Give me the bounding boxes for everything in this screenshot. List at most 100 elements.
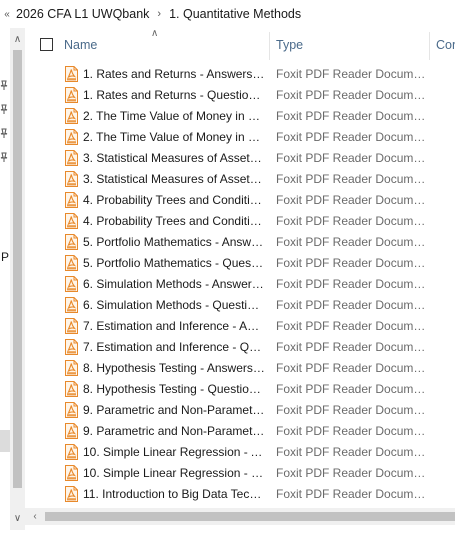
file-name[interactable]: 4. Probability Trees and Conditional Exp… [83,193,265,207]
file-row[interactable]: 7. Estimation and Inference - Questions.… [25,337,455,358]
horizontal-scrollbar[interactable]: ‹ [25,508,455,525]
file-type: Foxit PDF Reader Document [276,130,426,144]
pdf-file-icon [65,297,78,313]
column-header-next[interactable]: Cor [436,38,455,52]
file-type: Foxit PDF Reader Document [276,214,426,228]
pdf-file-icon [65,255,78,271]
file-name[interactable]: 6. Simulation Methods - Answers.pdf [83,277,265,291]
pdf-file-icon [65,87,78,103]
column-header-name[interactable]: Name [64,38,97,52]
file-type: Foxit PDF Reader Document [276,298,426,312]
scroll-up-arrow-icon[interactable]: ∧ [10,31,25,48]
file-row[interactable]: 8. Hypothesis Testing - Answers.pdf Foxit… [25,358,455,379]
file-list: 1. Rates and Returns - Answers.pdf Foxit … [25,64,455,508]
pin-icon[interactable] [0,128,8,138]
file-name[interactable]: 3. Statistical Measures of Asset Returns… [83,151,265,165]
file-row[interactable]: 5. Portfolio Mathematics - Questions.pdf… [25,253,455,274]
file-row[interactable]: 7. Estimation and Inference - Answers.pd… [25,316,455,337]
file-name[interactable]: 8. Hypothesis Testing - Answers.pdf [83,361,265,375]
file-row[interactable]: 2. The Time Value of Money in Finance - … [25,106,455,127]
file-name[interactable]: 2. The Time Value of Money in Finance - … [83,109,265,123]
file-type: Foxit PDF Reader Document [276,109,426,123]
nav-item-selected[interactable] [0,430,10,452]
file-name[interactable]: 6. Simulation Methods - Questions.pdf [83,298,265,312]
file-type: Foxit PDF Reader Document [276,172,426,186]
column-divider[interactable] [429,32,430,60]
pdf-file-icon [65,465,78,481]
pdf-file-icon [65,318,78,334]
pdf-file-icon [65,108,78,124]
pin-icon[interactable] [0,104,8,114]
vertical-scrollbar[interactable]: ∧ ∨ [10,28,25,530]
file-name[interactable]: 3. Statistical Measures of Asset Returns… [83,172,265,186]
file-row[interactable]: 4. Probability Trees and Conditional Exp… [25,211,455,232]
file-row[interactable]: 4. Probability Trees and Conditional Exp… [25,190,455,211]
file-name[interactable]: 7. Estimation and Inference - Answers.pd… [83,319,265,333]
pdf-file-icon [65,381,78,397]
pdf-file-icon [65,444,78,460]
breadcrumb-overflow-icon[interactable]: « [1,9,13,20]
file-type: Foxit PDF Reader Document [276,256,426,270]
file-name[interactable]: 10. Simple Linear Regression - Questions… [83,466,265,480]
scroll-down-arrow-icon[interactable]: ∨ [10,510,25,527]
pdf-file-icon [65,486,78,502]
file-name[interactable]: 5. Portfolio Mathematics - Answers.pdf [83,235,265,249]
vertical-scroll-thumb[interactable] [13,50,22,488]
file-row[interactable]: 5. Portfolio Mathematics - Answers.pdf Fo… [25,232,455,253]
file-type: Foxit PDF Reader Document [276,277,426,291]
pdf-file-icon [65,234,78,250]
file-row[interactable]: 8. Hypothesis Testing - Questions.pdf Fox… [25,379,455,400]
column-divider[interactable] [269,32,270,60]
file-name[interactable]: 9. Parametric and Non-Parametric Tests o… [83,403,265,417]
file-row[interactable]: 6. Simulation Methods - Questions.pdf Fox… [25,295,455,316]
file-name[interactable]: 5. Portfolio Mathematics - Questions.pdf [83,256,265,270]
file-row[interactable]: 1. Rates and Returns - Questions.pdf Foxi… [25,85,455,106]
pdf-file-icon [65,402,78,418]
breadcrumb-item-current[interactable]: 1. Quantitative Methods [166,7,304,21]
pdf-file-icon [65,276,78,292]
file-name[interactable]: 4. Probability Trees and Conditional Exp… [83,214,265,228]
file-type: Foxit PDF Reader Document [276,445,426,459]
file-row[interactable]: 10. Simple Linear Regression - Answers.p… [25,442,455,463]
file-type: Foxit PDF Reader Document [276,403,426,417]
file-row[interactable]: 3. Statistical Measures of Asset Returns… [25,148,455,169]
file-name[interactable]: 7. Estimation and Inference - Questions.… [83,340,265,354]
pdf-file-icon [65,213,78,229]
pdf-file-icon [65,66,78,82]
file-row[interactable]: 1. Rates and Returns - Answers.pdf Foxit … [25,64,455,85]
file-type: Foxit PDF Reader Document [276,487,426,501]
nav-item-label[interactable]: P [1,250,9,264]
file-type: Foxit PDF Reader Document [276,340,426,354]
file-name[interactable]: 8. Hypothesis Testing - Questions.pdf [83,382,265,396]
file-name[interactable]: 2. The Time Value of Money in Finance - … [83,130,265,144]
file-row[interactable]: 10. Simple Linear Regression - Questions… [25,463,455,484]
column-header-type[interactable]: Type [276,38,303,52]
file-row[interactable]: 9. Parametric and Non-Parametric Tests o… [25,400,455,421]
file-name[interactable]: 1. Rates and Returns - Answers.pdf [83,67,265,81]
scroll-left-arrow-icon[interactable]: ‹ [29,508,41,525]
pdf-file-icon [65,171,78,187]
breadcrumb: « 2026 CFA L1 UWQbank › 1. Quantitative … [0,0,455,28]
pin-icon[interactable] [0,152,8,162]
file-row[interactable]: 6. Simulation Methods - Answers.pdf Foxit… [25,274,455,295]
file-row[interactable]: 3. Statistical Measures of Asset Returns… [25,169,455,190]
breadcrumb-item-root[interactable]: 2026 CFA L1 UWQbank [13,7,152,21]
pdf-file-icon [65,360,78,376]
pdf-file-icon [65,423,78,439]
file-type: Foxit PDF Reader Document [276,319,426,333]
breadcrumb-chevron-icon[interactable]: › [152,8,166,20]
file-row[interactable]: 9. Parametric and Non-Parametric Tests o… [25,421,455,442]
file-row[interactable]: 2. The Time Value of Money in Finance - … [25,127,455,148]
pin-icon[interactable] [0,80,8,90]
select-all-checkbox[interactable] [40,38,53,51]
file-name[interactable]: 9. Parametric and Non-Parametric Tests o… [83,424,265,438]
file-type: Foxit PDF Reader Document [276,193,426,207]
file-name[interactable]: 11. Introduction to Big Data Techniques … [83,487,265,501]
file-name[interactable]: 1. Rates and Returns - Questions.pdf [83,88,265,102]
file-name[interactable]: 10. Simple Linear Regression - Answers.p… [83,445,265,459]
navigation-pane: P [0,28,10,544]
file-row[interactable]: 11. Introduction to Big Data Techniques … [25,484,455,505]
sort-ascending-icon: ∧ [151,28,159,39]
file-type: Foxit PDF Reader Document [276,424,426,438]
horizontal-scroll-thumb[interactable] [45,512,455,521]
